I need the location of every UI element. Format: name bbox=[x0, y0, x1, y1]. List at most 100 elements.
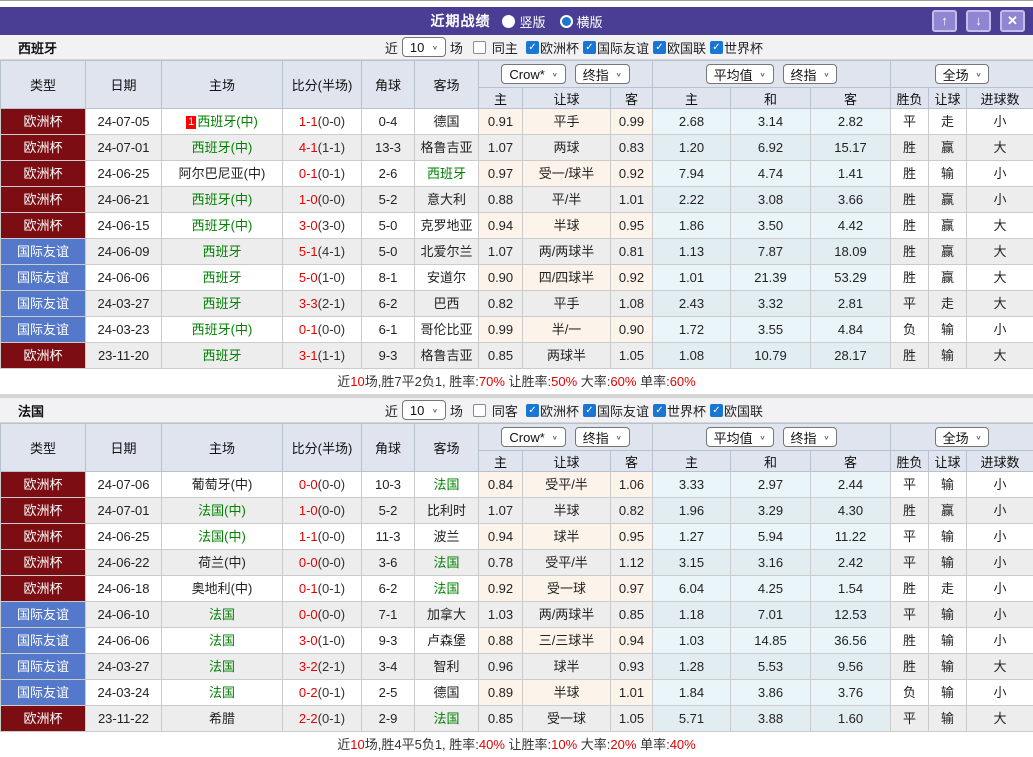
summary-value: 50% bbox=[551, 374, 577, 389]
col-header-score: 比分(半场) bbox=[283, 424, 362, 472]
filter-controls: 近 10 ∨ 场 同客 ✓欧洲杯✓国际友谊✓世界杯✓欧国联 bbox=[385, 400, 1033, 420]
score-cell: 2-2(0-1) bbox=[283, 706, 362, 732]
corner-cell: 3-4 bbox=[362, 654, 415, 680]
competition-filter[interactable]: ✓国际友谊 bbox=[579, 38, 649, 57]
away-team-cell: 波兰 bbox=[415, 524, 479, 550]
europe-away-odds: 15.17 bbox=[811, 135, 891, 161]
europe-home-odds: 1.27 bbox=[653, 524, 731, 550]
result-handicap: 赢 bbox=[929, 265, 967, 291]
competition-checkbox-checked[interactable]: ✓ bbox=[526, 41, 539, 54]
date-cell: 23-11-22 bbox=[86, 706, 162, 732]
odds-provider-select[interactable]: Crow* ∨ bbox=[501, 427, 565, 447]
layout-radio-group: 竖版 横版 bbox=[502, 12, 602, 31]
competition-filter[interactable]: ✓国际友谊 bbox=[579, 401, 649, 420]
result-handicap: 输 bbox=[929, 602, 967, 628]
radio-vertical-layout[interactable]: 竖版 bbox=[502, 12, 545, 31]
competition-filter[interactable]: ✓世界杯 bbox=[706, 38, 763, 57]
result-outcome: 平 bbox=[891, 602, 929, 628]
same-venue-checkbox[interactable] bbox=[473, 41, 486, 54]
competition-checkbox-checked[interactable]: ✓ bbox=[710, 41, 723, 54]
competition-filter[interactable]: ✓世界杯 bbox=[649, 401, 706, 420]
date-cell: 23-11-20 bbox=[86, 343, 162, 369]
summary-text: 近 bbox=[337, 737, 350, 752]
competition-checkbox-checked[interactable]: ✓ bbox=[583, 41, 596, 54]
result-handicap: 赢 bbox=[929, 135, 967, 161]
odds-provider-value: Crow* bbox=[509, 430, 544, 445]
competition-filter[interactable]: ✓欧国联 bbox=[706, 401, 763, 420]
chevron-down-icon: ∨ bbox=[432, 407, 438, 414]
home-team-name: 阿尔巴尼亚(中) bbox=[179, 166, 266, 181]
result-outcome: 胜 bbox=[891, 343, 929, 369]
handicap-odds-time-select[interactable]: 终指 ∨ bbox=[575, 64, 630, 84]
away-team-name: 法国 bbox=[433, 477, 459, 492]
date-cell: 24-06-22 bbox=[86, 550, 162, 576]
radio-horizontal-layout[interactable]: 横版 bbox=[560, 12, 603, 31]
home-team-name: 法国 bbox=[209, 659, 235, 674]
competition-checkbox-checked[interactable]: ✓ bbox=[653, 404, 666, 417]
move-down-button[interactable]: ↓ bbox=[966, 10, 991, 32]
halftime-score: (0-0) bbox=[318, 192, 345, 207]
check-icon: ✓ bbox=[528, 405, 536, 416]
handicap-away-odds: 1.06 bbox=[611, 472, 653, 498]
match-period-select[interactable]: 全场 ∨ bbox=[935, 427, 990, 447]
close-icon: ✕ bbox=[1007, 13, 1018, 29]
summary-value: 60% bbox=[610, 374, 636, 389]
competition-type-cell: 欧洲杯 bbox=[1, 706, 86, 732]
handicap-home-odds: 0.78 bbox=[479, 550, 523, 576]
europe-away-odds: 2.44 bbox=[811, 472, 891, 498]
filter-bar: 法国 近 10 ∨ 场 同客 ✓欧洲杯✓国际友谊✓世界杯✓欧国联 bbox=[0, 398, 1033, 423]
summary-text: 单率: bbox=[636, 374, 669, 389]
competition-checkbox-checked[interactable]: ✓ bbox=[583, 404, 596, 417]
col-header-result-handicap: 让球 bbox=[929, 451, 967, 472]
home-team-cell: 西班牙(中) bbox=[162, 135, 283, 161]
competition-checkbox-checked[interactable]: ✓ bbox=[710, 404, 723, 417]
europe-odds-time-select[interactable]: 终指 ∨ bbox=[783, 64, 838, 84]
close-button[interactable]: ✕ bbox=[1000, 10, 1025, 32]
same-venue-checkbox[interactable] bbox=[473, 404, 486, 417]
competition-filter[interactable]: ✓欧洲杯 bbox=[522, 38, 579, 57]
odds-provider-select[interactable]: Crow* ∨ bbox=[501, 64, 565, 84]
away-team-cell: 加拿大 bbox=[415, 602, 479, 628]
match-count-select[interactable]: 10 ∨ bbox=[402, 37, 446, 57]
europe-away-odds: 4.42 bbox=[811, 213, 891, 239]
competition-type-cell: 欧洲杯 bbox=[1, 109, 86, 135]
result-goals: 小 bbox=[967, 472, 1033, 498]
result-goals: 大 bbox=[967, 239, 1033, 265]
home-team-cell: 法国 bbox=[162, 628, 283, 654]
move-up-button[interactable]: ↑ bbox=[932, 10, 957, 32]
result-group: 全场 ∨ bbox=[891, 424, 1033, 451]
results-table: 类型 日期 主场 比分(半场) 角球 客场 Crow* ∨ 终指 bbox=[0, 423, 1033, 732]
away-team-cell: 法国 bbox=[415, 706, 479, 732]
europe-home-odds: 1.18 bbox=[653, 602, 731, 628]
match-period-select[interactable]: 全场 ∨ bbox=[935, 64, 990, 84]
handicap-away-odds: 1.05 bbox=[611, 706, 653, 732]
summary-row: 近10场,胜7平2负1, 胜率:70% 让胜率:50% 大率:60% 单率:60… bbox=[0, 369, 1033, 394]
europe-draw-odds: 4.74 bbox=[731, 161, 811, 187]
europe-away-odds: 2.82 bbox=[811, 109, 891, 135]
competition-checkbox-checked[interactable]: ✓ bbox=[526, 404, 539, 417]
result-group: 全场 ∨ bbox=[891, 61, 1033, 88]
chevron-down-icon: ∨ bbox=[432, 44, 438, 51]
home-team-cell: 西班牙(中) bbox=[162, 317, 283, 343]
handicap-line: 受一/球半 bbox=[523, 161, 611, 187]
handicap-odds-time-select[interactable]: 终指 ∨ bbox=[575, 427, 630, 447]
match-count-select[interactable]: 10 ∨ bbox=[402, 400, 446, 420]
competition-filter[interactable]: ✓欧国联 bbox=[649, 38, 706, 57]
europe-away-odds: 53.29 bbox=[811, 265, 891, 291]
date-cell: 24-07-01 bbox=[86, 135, 162, 161]
results-body: 欧洲杯24-07-06葡萄牙(中)0-0(0-0)10-3法国0.84受平/半1… bbox=[1, 472, 1033, 732]
handicap-line: 半/一 bbox=[523, 317, 611, 343]
europe-odds-time-select[interactable]: 终指 ∨ bbox=[783, 427, 838, 447]
radio-selected-icon bbox=[560, 15, 573, 28]
competition-checkbox-checked[interactable]: ✓ bbox=[653, 41, 666, 54]
competition-filter[interactable]: ✓欧洲杯 bbox=[522, 401, 579, 420]
summary-text: 让胜率: bbox=[505, 737, 551, 752]
result-goals: 小 bbox=[967, 550, 1033, 576]
result-goals: 小 bbox=[967, 109, 1033, 135]
col-header-eu-home: 主 bbox=[653, 451, 731, 472]
europe-odds-source-select[interactable]: 平均值 ∨ bbox=[706, 427, 774, 447]
away-team-name: 比利时 bbox=[427, 503, 466, 518]
europe-odds-source-select[interactable]: 平均值 ∨ bbox=[706, 64, 774, 84]
away-team-cell: 安道尔 bbox=[415, 265, 479, 291]
home-team-cell: 西班牙 bbox=[162, 265, 283, 291]
